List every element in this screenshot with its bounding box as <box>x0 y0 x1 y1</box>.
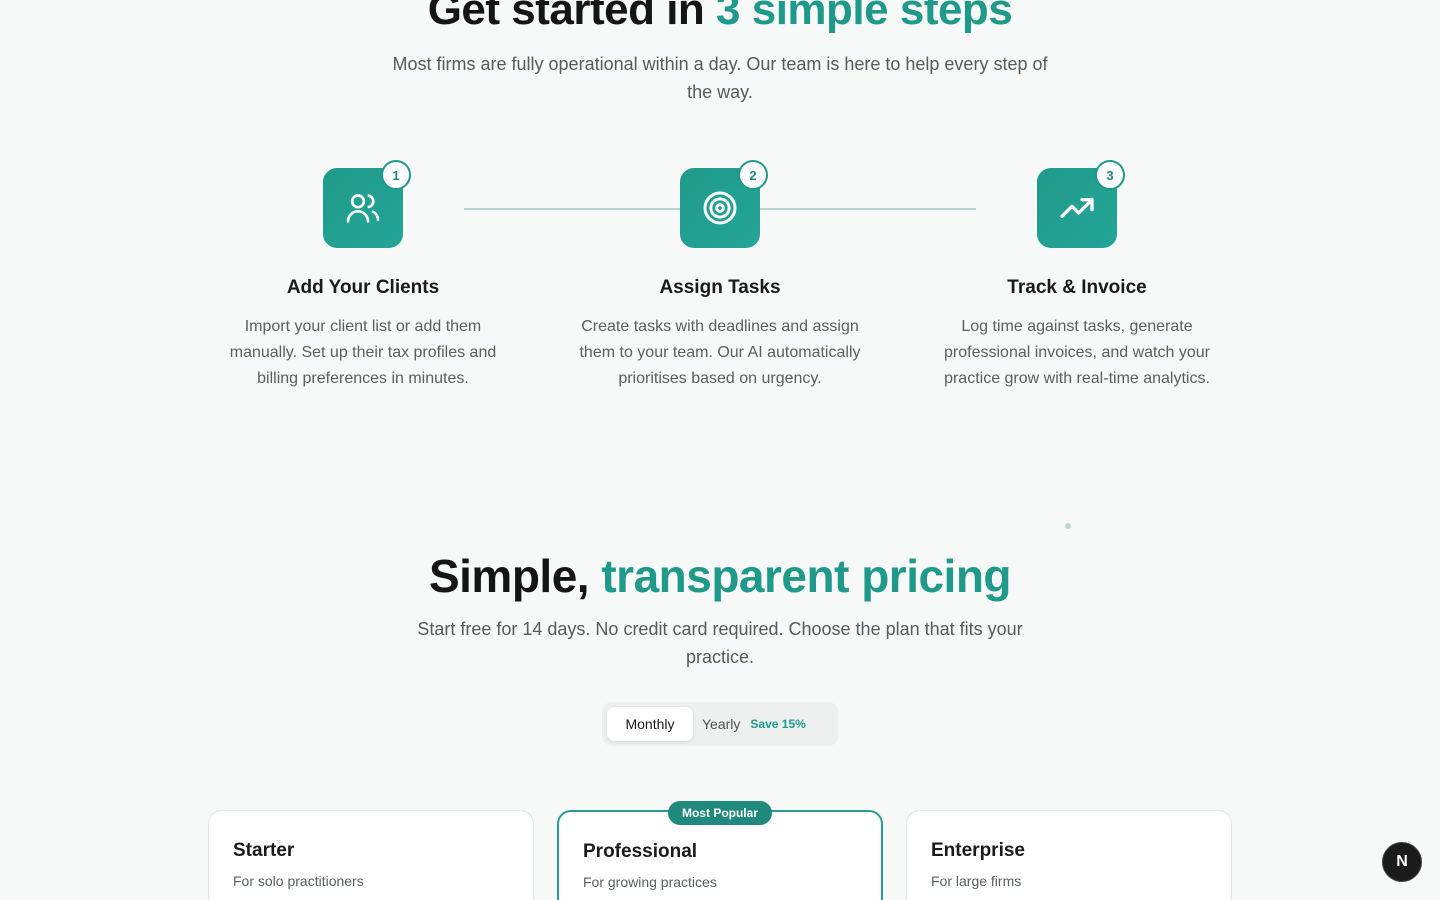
monthly-toggle-button[interactable]: Monthly <box>607 707 693 741</box>
pricing-heading-accent: transparent pricing <box>601 550 1012 602</box>
decorative-dot <box>1065 523 1071 529</box>
plan-card-enterprise[interactable]: Enterprise For large firms <box>906 810 1232 900</box>
plan-tagline: For solo practitioners <box>233 873 364 889</box>
most-popular-badge: Most Popular <box>668 801 772 825</box>
steps-heading-prefix: Get started in <box>427 0 717 34</box>
step-description: Import your client list or add them manu… <box>229 318 497 387</box>
steps-heading-accent: 3 simple steps <box>716 0 1013 34</box>
step-title: Add Your Clients <box>286 277 440 298</box>
billing-period-toggle: Monthly Yearly Save 15% <box>602 702 838 746</box>
yearly-toggle-button[interactable]: Yearly Save 15% <box>702 707 806 741</box>
step-number-badge: 3 <box>1095 160 1125 190</box>
save-badge: Save 15% <box>750 717 806 731</box>
nextjs-icon[interactable]: N <box>1382 842 1422 882</box>
step-title: Assign Tasks <box>659 277 781 298</box>
steps-subtitle: Most firms are fully operational within … <box>392 54 1048 102</box>
target-icon: 2 <box>680 160 768 248</box>
yearly-label: Yearly <box>702 716 741 732</box>
dev-badge-label: N <box>1396 853 1408 870</box>
pricing-heading-prefix: Simple, <box>428 550 602 602</box>
plan-name: Enterprise <box>931 840 1025 861</box>
steps-heading: Get started in 3 simple steps <box>0 0 1440 38</box>
step-description: Log time against tasks, generate profess… <box>944 318 1210 387</box>
step-card-1: 1 Add Your Clients Import your client li… <box>213 160 513 392</box>
plan-name: Starter <box>233 840 295 861</box>
plan-name: Professional <box>583 841 698 862</box>
plan-tagline: For growing practices <box>583 874 717 890</box>
step-number-badge: 2 <box>738 160 768 190</box>
pricing-subtitle: Start free for 14 days. No credit card r… <box>417 619 1023 667</box>
pricing-heading: Simple, transparent pricing <box>0 547 1440 605</box>
step-number-badge: 1 <box>381 160 411 190</box>
plan-card-starter[interactable]: Starter For solo practitioners <box>208 810 534 900</box>
trending-up-icon: 3 <box>1037 160 1125 248</box>
step-card-3: 3 Track & Invoice Log time against tasks… <box>927 160 1227 392</box>
users-icon: 1 <box>323 160 411 248</box>
plan-tagline: For large firms <box>931 873 1022 889</box>
step-description: Create tasks with deadlines and assign t… <box>579 318 861 387</box>
step-card-2: 2 Assign Tasks Create tasks with deadlin… <box>570 160 870 392</box>
step-title: Track & Invoice <box>1007 277 1147 298</box>
